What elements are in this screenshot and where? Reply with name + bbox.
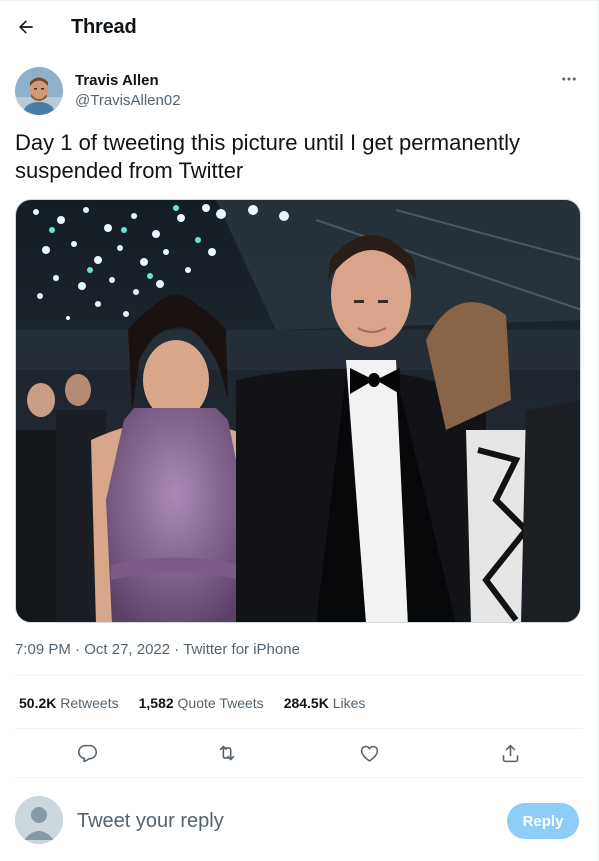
- divider: [15, 728, 583, 729]
- tweet-photo[interactable]: [15, 199, 581, 623]
- tweet-stats: 50.2K Retweets 1,582 Quote Tweets 284.5K…: [19, 695, 385, 711]
- share-icon: [502, 744, 518, 762]
- back-button[interactable]: [12, 13, 40, 41]
- likes-count: 284.5K: [283, 695, 329, 711]
- heart-icon: [360, 745, 378, 762]
- author-avatar[interactable]: [15, 67, 63, 115]
- likes-label: Likes: [332, 695, 366, 711]
- page-title: Thread: [71, 16, 137, 38]
- quote-tweets-label: Quote Tweets: [177, 695, 264, 711]
- default-avatar-icon: [15, 796, 63, 844]
- thread-page: Thread Travis Allen @TravisAllen02 Day 1…: [0, 0, 599, 861]
- meta-separator: ·: [170, 641, 184, 658]
- retweet-icon: [219, 745, 235, 761]
- divider: [15, 675, 583, 676]
- more-horizontal-icon: [562, 77, 576, 81]
- thread-header: Thread: [0, 1, 598, 57]
- avatar-image: [15, 67, 63, 115]
- current-user-avatar[interactable]: [15, 796, 63, 844]
- divider: [15, 777, 583, 778]
- arrow-left-icon: [19, 20, 33, 34]
- tweet-text: Day 1 of tweeting this picture until I g…: [15, 130, 521, 183]
- reply-input[interactable]: [77, 806, 477, 836]
- more-options-button[interactable]: [559, 69, 579, 89]
- quote-tweets-stat[interactable]: 1,582 Quote Tweets: [139, 695, 264, 711]
- likes-stat[interactable]: 284.5K Likes: [284, 695, 366, 711]
- tweet-author: Travis Allen @TravisAllen02: [15, 67, 583, 117]
- photo-image: [16, 200, 580, 622]
- quote-tweets-count: 1,582: [138, 695, 174, 711]
- retweets-stat[interactable]: 50.2K Retweets: [19, 695, 119, 711]
- comment-icon: [77, 744, 97, 762]
- reply-submit-button[interactable]: Reply: [507, 803, 579, 839]
- meta-separator: ·: [70, 641, 85, 658]
- author-handle[interactable]: @TravisAllen02: [75, 92, 181, 109]
- share-button[interactable]: [498, 741, 522, 765]
- like-button[interactable]: [357, 741, 381, 765]
- tweet-date[interactable]: Oct 27, 2022: [84, 641, 170, 658]
- author-name[interactable]: Travis Allen: [75, 72, 159, 89]
- tweet-time[interactable]: 7:09 PM: [15, 641, 71, 658]
- tweet-meta: 7:09 PM · Oct 27, 2022 · Twitter for iPh…: [15, 641, 300, 658]
- reply-composer: Reply: [15, 796, 583, 846]
- tweet-source[interactable]: Twitter for iPhone: [183, 641, 300, 658]
- reply-button[interactable]: [75, 741, 99, 765]
- retweets-label: Retweets: [60, 695, 119, 711]
- tweet-actions: [15, 741, 583, 765]
- retweets-count: 50.2K: [19, 695, 57, 711]
- retweet-button[interactable]: [215, 741, 239, 765]
